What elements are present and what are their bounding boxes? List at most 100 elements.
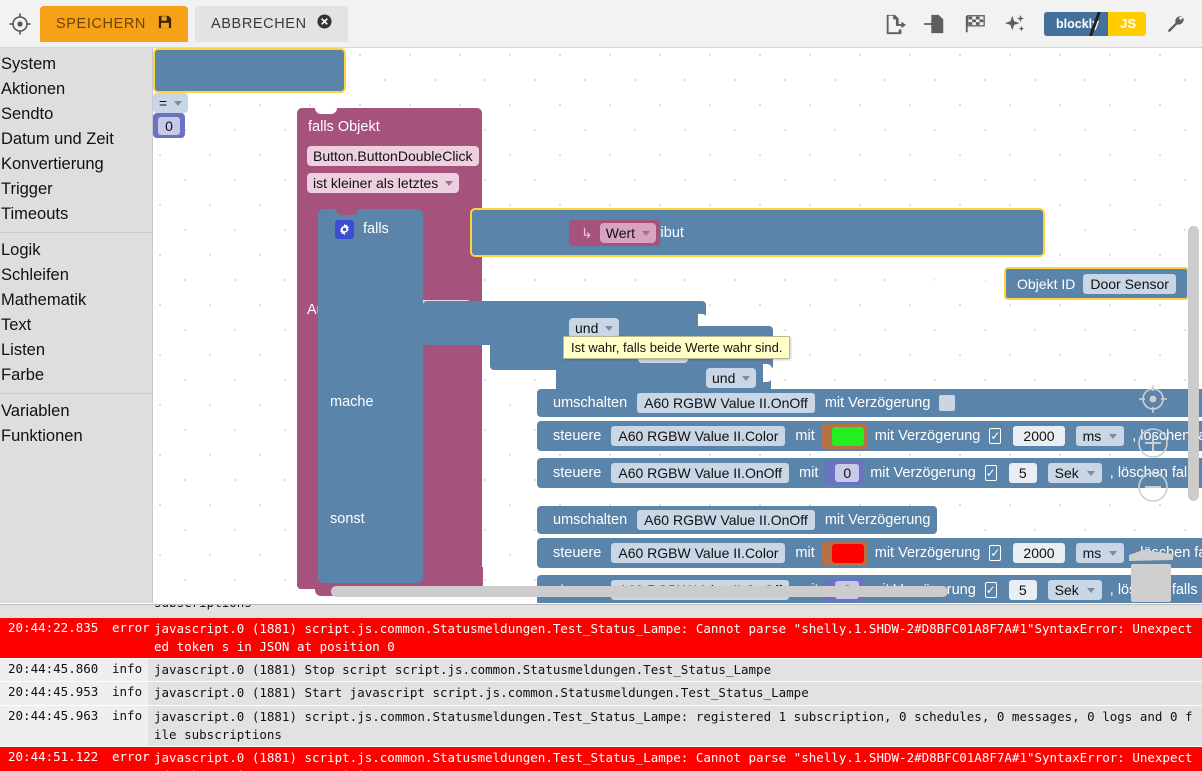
else-action-delay-unit-3[interactable]: Sek (1047, 580, 1102, 600)
else-action-delay-checkbox-3[interactable]: ✓ (984, 582, 997, 598)
and-label-1: und (575, 320, 599, 336)
do-action-number-block-3[interactable]: 0 (825, 461, 864, 485)
objekt-id-block[interactable]: Objekt ID Door Sensor (1004, 267, 1189, 300)
zoom-in-icon[interactable] (1132, 422, 1174, 464)
toolbox-item-aktionen[interactable]: Aktionen (0, 77, 152, 102)
else-action-delay-value-2[interactable]: 2000 (1013, 543, 1065, 563)
do-action-delay-unit-3[interactable]: Sek (1047, 463, 1102, 483)
else-action-delay-value-3[interactable]: 5 (1008, 580, 1037, 600)
return-arrow-icon: ↳ (581, 224, 593, 241)
toolbox-item-datum-und-zeit[interactable]: Datum und Zeit (0, 127, 152, 152)
log-severity: info (108, 682, 148, 705)
toolbox-item-system[interactable]: System (0, 52, 152, 77)
toolbox-item-farbe[interactable]: Farbe (0, 363, 152, 388)
workspace-vertical-scrollbar[interactable] (1188, 226, 1199, 501)
toolbox-item-sendto[interactable]: Sendto (0, 102, 152, 127)
export-icon[interactable] (882, 11, 908, 37)
objekt-id-value[interactable]: Door Sensor (1083, 273, 1176, 294)
and-dropdown-1[interactable]: und (569, 318, 620, 338)
toggle-js-label: JS (1108, 11, 1146, 36)
attribute-condition-block[interactable]: Attribut (470, 208, 1045, 257)
do-label: mache (330, 394, 374, 410)
log-row[interactable]: 20:44:22.835 error javascript.0 (1881) s… (0, 618, 1202, 660)
else-action-color-block-2[interactable] (821, 540, 868, 566)
toolbox-item-listen[interactable]: Listen (0, 338, 152, 363)
checkered-flag-icon[interactable] (962, 11, 988, 37)
else-action-target-1[interactable]: A60 RGBW Value II.OnOff (637, 510, 815, 530)
else-action-target-2[interactable]: A60 RGBW Value II.Color (611, 543, 786, 563)
toolbox-item-funktionen[interactable]: Funktionen (0, 424, 152, 449)
log-row[interactable]: 20:44:45.860 info javascript.0 (1881) St… (0, 659, 1202, 683)
trigger-condition-dropdown[interactable]: ist kleiner als letztes (307, 173, 460, 193)
close-circle-icon (317, 14, 332, 33)
save-button[interactable]: SPEICHERN (40, 5, 188, 42)
do-action-row-1[interactable]: umschalten A60 RGBW Value II.OnOff mit V… (537, 389, 1202, 417)
do-action-delay-unit-2[interactable]: ms (1075, 426, 1125, 446)
do-action-delay-checkbox-2[interactable]: ✓ (989, 428, 1002, 444)
trigger-object-id-field[interactable]: Button.ButtonDoubleClick (307, 146, 479, 166)
do-action-target-2[interactable]: A60 RGBW Value II.Color (611, 426, 786, 446)
cancel-button[interactable]: ABBRECHEN (195, 5, 348, 42)
log-timestamp: 20:44:22.835 (0, 618, 108, 659)
toolbox-item-konvertierung[interactable]: Konvertierung (0, 152, 152, 177)
do-action-delay-unit-value-3: Sek (1054, 465, 1079, 481)
log-message: javascript.0 (1881) script.js.common.Sta… (154, 749, 1193, 771)
crosshair-target-icon[interactable] (6, 10, 34, 38)
toolbox-item-schleifen[interactable]: Schleifen (0, 263, 152, 288)
variable-wert-block[interactable]: ↳ Wert (569, 220, 661, 246)
if-label: falls (363, 221, 389, 237)
toolbox-group-2: Logik Schleifen Mathematik Text Listen F… (0, 238, 152, 388)
log-row[interactable]: 20:44:51.122 error javascript.0 (1881) s… (0, 746, 1202, 771)
gear-icon[interactable] (335, 220, 354, 239)
do-action-delay-label-1: mit Verzögerung (824, 395, 931, 411)
do-action-color-block-2[interactable] (821, 423, 868, 449)
compare-value-block[interactable]: 0 (153, 113, 185, 138)
and-dropdown-3[interactable]: und (706, 368, 757, 388)
do-action-delay-checkbox-3[interactable]: ✓ (984, 465, 997, 481)
toolbox-sidebar: System Aktionen Sendto Datum und Zeit Ko… (0, 48, 153, 603)
center-workspace-icon[interactable] (1132, 378, 1174, 420)
do-action-target-1[interactable]: A60 RGBW Value II.OnOff (637, 393, 815, 413)
workspace-controls (1132, 378, 1174, 510)
else-action-row-1[interactable]: umschalten A60 RGBW Value II.OnOff mit V… (537, 506, 937, 534)
log-row[interactable]: 20:44:45.953 info javascript.0 (1881) St… (0, 682, 1202, 706)
do-action-delay-value-2[interactable]: 2000 (1013, 426, 1065, 446)
wrench-icon[interactable] (1162, 11, 1188, 37)
else-action-delay-unit-2[interactable]: ms (1075, 543, 1125, 563)
chevron-down-icon (605, 325, 614, 331)
toolbox-item-mathematik[interactable]: Mathematik (0, 288, 152, 313)
do-action-delay-checkbox-1[interactable] (939, 395, 956, 411)
toolbox-item-timeouts[interactable]: Timeouts (0, 202, 152, 227)
do-action-row-3[interactable]: steuere A60 RGBW Value II.OnOff mit 0 mi… (537, 458, 1202, 488)
trigger-object-id-value: Button.ButtonDoubleClick (307, 146, 479, 166)
else-action-delay-unit-value-2: ms (1082, 545, 1102, 561)
sparkles-icon[interactable] (1002, 11, 1028, 37)
log-row[interactable]: 20:44:45.963 info javascript.0 (1881) sc… (0, 705, 1202, 747)
else-action-delay-checkbox-2[interactable]: ✓ (989, 545, 1002, 561)
log-console[interactable]: subscriptions 20:44:22.835 error javascr… (0, 604, 1202, 771)
workspace-horizontal-scrollbar[interactable] (331, 586, 948, 597)
toolbox-item-variablen[interactable]: Variablen (0, 399, 152, 424)
save-button-label: SPEICHERN (56, 15, 146, 32)
chevron-down-icon (1086, 587, 1095, 593)
import-icon[interactable] (922, 11, 948, 37)
zoom-out-icon[interactable] (1132, 466, 1174, 508)
trash-icon[interactable] (1123, 543, 1179, 603)
if-else-block[interactable]: falls mache sonst (318, 208, 423, 583)
vom-objekt-label: vom Objekt (913, 275, 987, 291)
do-action-mit-label-2: mit (795, 428, 815, 444)
else-action-row-2[interactable]: steuere A60 RGBW Value II.Color mit mit … (537, 538, 1202, 568)
chevron-down-icon (174, 100, 183, 106)
log-message: javascript.0 (1881) Stop script script.j… (154, 662, 772, 678)
toolbox-item-logik[interactable]: Logik (0, 238, 152, 263)
do-action-delay-unit-value-2: ms (1082, 428, 1102, 444)
do-action-target-3[interactable]: A60 RGBW Value II.OnOff (611, 463, 790, 483)
do-action-verb-2: steuere (553, 428, 602, 444)
toolbox-item-text[interactable]: Text (0, 313, 152, 338)
blockly-js-toggle[interactable]: blockly JS (1044, 11, 1146, 36)
do-action-delay-value-3[interactable]: 5 (1008, 463, 1037, 483)
blockly-workspace[interactable]: falls Objekt Button.ButtonDoubleClick is… (153, 48, 1202, 603)
do-action-row-2[interactable]: steuere A60 RGBW Value II.Color mit mit … (537, 421, 1202, 451)
toolbox-item-trigger[interactable]: Trigger (0, 177, 152, 202)
comparison-block[interactable] (153, 48, 346, 93)
